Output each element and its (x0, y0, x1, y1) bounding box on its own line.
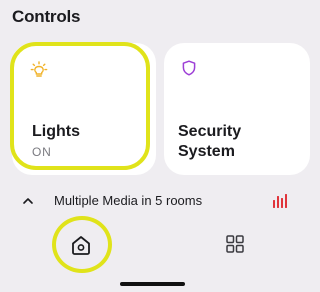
equalizer-icon (272, 194, 288, 208)
lights-label: Lights (32, 123, 80, 140)
media-summary-text: Multiple Media in 5 rooms (54, 193, 203, 208)
chevron-up-icon[interactable] (22, 194, 34, 206)
security-system-label: Security System (178, 123, 242, 160)
media-summary-row[interactable]: Multiple Media in 5 rooms (0, 186, 307, 216)
security-system-tile[interactable]: Security System (164, 43, 310, 175)
lightbulb-icon (30, 61, 48, 79)
lights-status: ON (32, 145, 52, 159)
grid-icon[interactable] (225, 234, 245, 254)
home-icon[interactable] (68, 232, 94, 258)
section-title: Controls (12, 7, 81, 26)
home-indicator-bar[interactable] (120, 282, 185, 286)
shield-icon (180, 59, 198, 77)
lights-tile[interactable]: Lights ON (12, 43, 156, 175)
